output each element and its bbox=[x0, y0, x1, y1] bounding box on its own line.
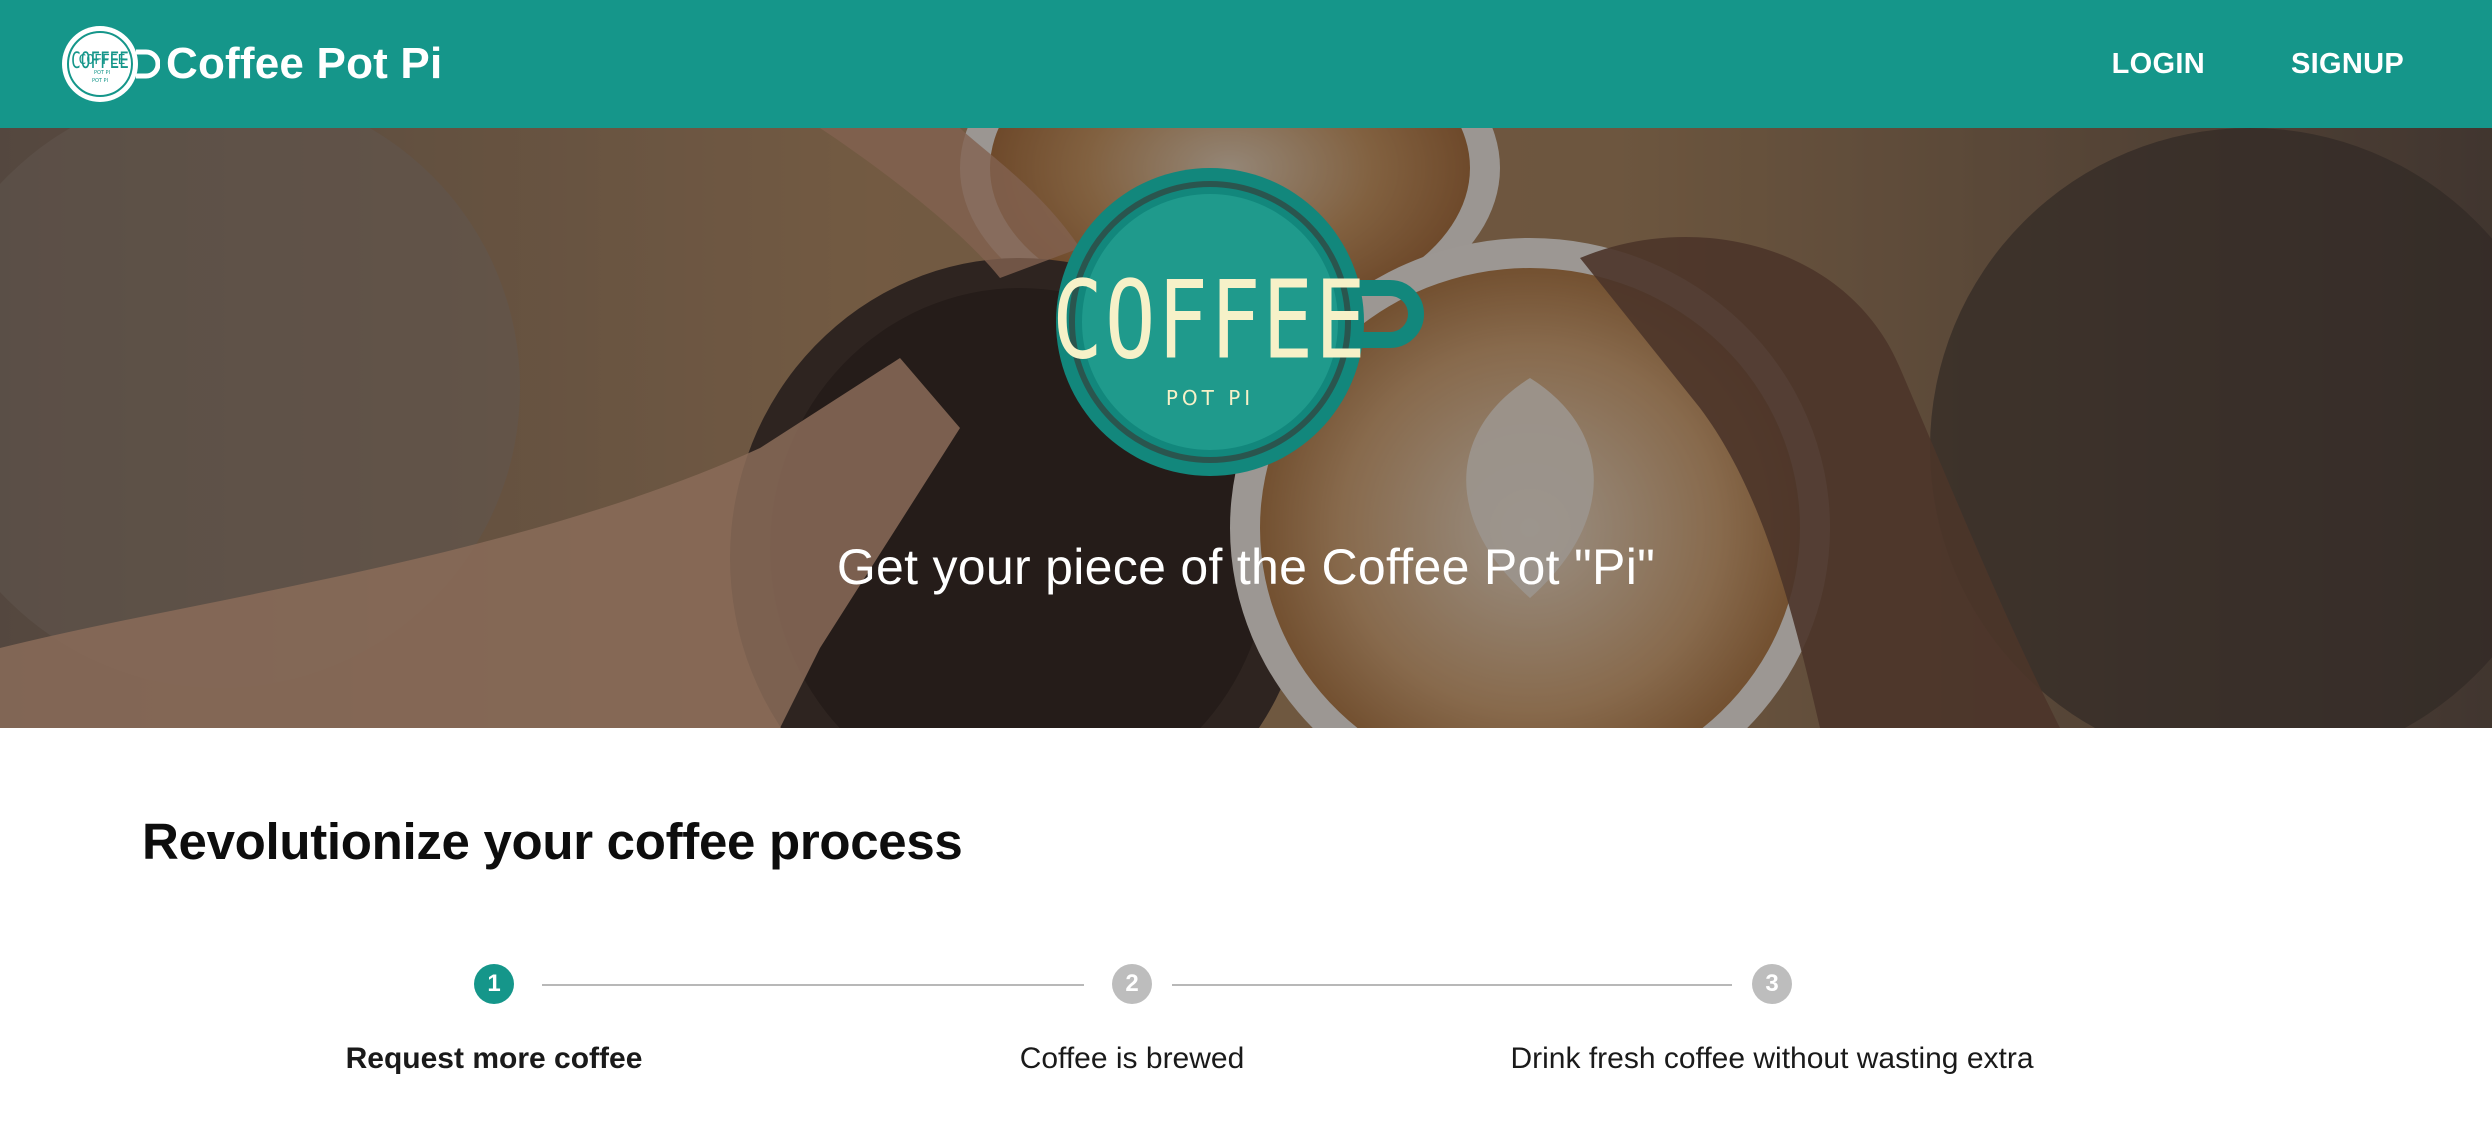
section-title: Revolutionize your coffee process bbox=[142, 813, 963, 870]
step-connector-2 bbox=[1172, 984, 1732, 986]
signup-link[interactable]: SIGNUP bbox=[2291, 48, 2404, 81]
login-link[interactable]: LOGIN bbox=[2112, 48, 2205, 81]
coffee-pot-pi-logo-icon: COFFEE POT PI bbox=[1050, 168, 1450, 488]
step-3-label: Drink fresh coffee without wasting extra bbox=[1510, 1042, 2034, 1075]
step-connector-1 bbox=[542, 984, 1084, 986]
hero-logo-subtitle: POT PI bbox=[1166, 386, 1254, 410]
step-1-label: Request more coffee bbox=[345, 1042, 643, 1075]
hero-tagline: Get your piece of the Coffee Pot "Pi" bbox=[836, 539, 1656, 595]
header-logo-title: COFFEE bbox=[79, 53, 126, 68]
hero-logo-title: COFFEE bbox=[1052, 257, 1367, 383]
app-header: COFFEE POT PI Coffee Pot Pi LOGIN SIGNUP bbox=[0, 0, 2492, 128]
step-2-label: Coffee is brewed bbox=[1019, 1042, 1245, 1075]
step-1-circle[interactable]: 1 bbox=[474, 964, 514, 1004]
brand-name: Coffee Pot Pi bbox=[166, 39, 443, 88]
hero-banner: COFFEE POT PI Get your piece of the Coff… bbox=[0, 128, 2492, 728]
top-nav: LOGIN SIGNUP bbox=[2112, 0, 2404, 128]
step-3-circle[interactable]: 3 bbox=[1752, 964, 1792, 1004]
process-stepper: 1 2 3 Request more coffee Coffee is brew… bbox=[0, 958, 2492, 1098]
step-2-circle[interactable]: 2 bbox=[1112, 964, 1152, 1004]
header-logo-subtitle: POT PI bbox=[94, 70, 110, 76]
header-logo-text: COFFEE POT PI bbox=[79, 53, 126, 76]
